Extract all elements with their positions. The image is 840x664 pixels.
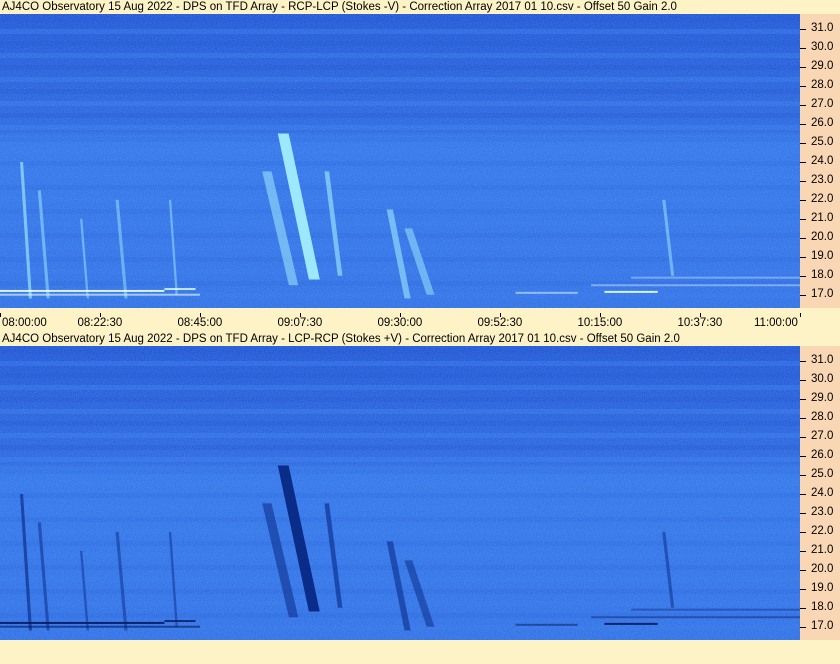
interference-band	[164, 288, 196, 291]
y-tick	[800, 86, 806, 88]
interference-band	[0, 621, 165, 624]
y-tick-label: 26.0	[811, 117, 834, 129]
y-tick-label: 27.0	[811, 98, 834, 111]
y-tick-label: 28.0	[811, 411, 834, 424]
y-tick	[800, 474, 806, 476]
y-tick-label: 27.0	[811, 430, 834, 443]
y-tick	[800, 237, 806, 239]
y-tick	[800, 124, 806, 125]
y-tick	[800, 48, 806, 50]
y-tick	[800, 626, 806, 628]
y-tick	[800, 569, 806, 571]
y-tick	[800, 607, 806, 609]
y-tick-label: 30.0	[811, 41, 834, 54]
y-tick-label: 24.0	[811, 154, 834, 167]
interference-band	[591, 616, 800, 619]
y-tick-label: 31.0	[811, 354, 834, 367]
y-tick	[800, 380, 806, 382]
y-tick-label: 17.0	[811, 287, 834, 300]
x-tick	[800, 313, 801, 317]
y-tick	[800, 294, 806, 296]
y-tick-label: 23.0	[811, 505, 834, 518]
x-tick-label: 08:00:00	[2, 317, 47, 329]
interference-band	[515, 291, 578, 294]
interference-band	[591, 284, 800, 287]
y-tick	[800, 142, 806, 144]
y-tick-label: 22.0	[811, 192, 834, 205]
y-tick	[800, 588, 806, 590]
x-tick-label: 08:45:00	[177, 317, 223, 329]
y-tick-label: 29.0	[811, 392, 834, 405]
x-tick-label: 10:37:30	[677, 317, 723, 329]
y-tick	[800, 512, 806, 514]
y-tick-label: 29.0	[811, 60, 834, 73]
chart-title: AJ4CO Observatory 15 Aug 2022 - DPS on T…	[2, 0, 840, 14]
interference-band	[631, 276, 800, 279]
interference-band	[604, 622, 658, 625]
y-tick	[800, 493, 806, 495]
x-tick-label: 09:52:30	[477, 317, 523, 329]
x-tick-label: 09:07:30	[277, 317, 323, 329]
y-tick-label: 19.0	[811, 581, 834, 594]
interference-band	[631, 608, 800, 611]
y-tick	[800, 256, 806, 258]
y-tick	[800, 67, 806, 69]
spectrogram-svg	[0, 346, 800, 640]
chart-title: AJ4CO Observatory 15 Aug 2022 - DPS on T…	[2, 332, 840, 346]
x-tick-label: 08:22:30	[77, 317, 123, 329]
y-tick-label: 20.0	[811, 562, 834, 575]
y-tick	[800, 399, 806, 401]
y-tick-label: 21.0	[811, 211, 834, 224]
interference-band	[0, 289, 165, 292]
x-tick-label: 10:15:00	[577, 317, 623, 329]
y-tick	[800, 161, 806, 163]
spectrogram-svg	[0, 14, 800, 308]
interference-band	[0, 625, 200, 628]
y-tick-label: 18.0	[811, 600, 834, 613]
y-tick	[800, 437, 806, 439]
x-tick-label: 09:30:00	[377, 317, 423, 329]
y-tick-label: 28.0	[811, 79, 834, 92]
y-tick-label: 18.0	[811, 268, 834, 281]
x-tick-label: 11:00:00	[754, 317, 798, 329]
y-tick-label: 25.0	[811, 467, 834, 480]
y-tick	[800, 218, 806, 220]
y-tick	[800, 199, 806, 201]
y-tick-label: 21.0	[811, 543, 834, 556]
frequency-axis: 31.0 30.0 29.0 28.0 27.0 26.0 25.0 24.0 23.0 22.0…	[800, 14, 840, 308]
frequency-axis: 31.0 30.0 29.0 28.0 27.0 26.0 25.0 24.0 23.0 22.0…	[800, 346, 840, 640]
y-tick-label: 23.0	[811, 173, 834, 186]
y-tick	[800, 531, 806, 533]
x-tick	[0, 313, 1, 317]
spectrogram-plot	[0, 14, 800, 308]
time-axis: 08:00:00 08:22:30 08:45:00 09:07:30 09:30:00…	[0, 313, 840, 332]
y-tick	[800, 105, 806, 107]
y-tick-label: 24.0	[811, 486, 834, 499]
y-tick	[800, 29, 806, 31]
y-tick	[800, 180, 806, 182]
y-tick	[800, 456, 806, 457]
y-tick-label: 31.0	[811, 22, 834, 35]
interference-band	[604, 290, 658, 293]
interference-band	[0, 293, 200, 296]
y-tick-label: 25.0	[811, 135, 834, 148]
y-tick	[800, 418, 806, 420]
y-tick-label: 30.0	[811, 373, 834, 386]
y-tick-label: 19.0	[811, 249, 834, 262]
interference-band	[164, 620, 196, 623]
y-tick	[800, 275, 806, 277]
y-tick-label: 22.0	[811, 524, 834, 537]
interference-band	[515, 623, 578, 626]
y-tick-label: 17.0	[811, 619, 834, 632]
y-tick	[800, 361, 806, 363]
y-tick-label: 20.0	[811, 230, 834, 243]
y-tick-label: 26.0	[811, 449, 834, 461]
time-axis	[0, 646, 840, 662]
y-tick	[800, 550, 806, 552]
spectrogram-plot	[0, 346, 800, 640]
